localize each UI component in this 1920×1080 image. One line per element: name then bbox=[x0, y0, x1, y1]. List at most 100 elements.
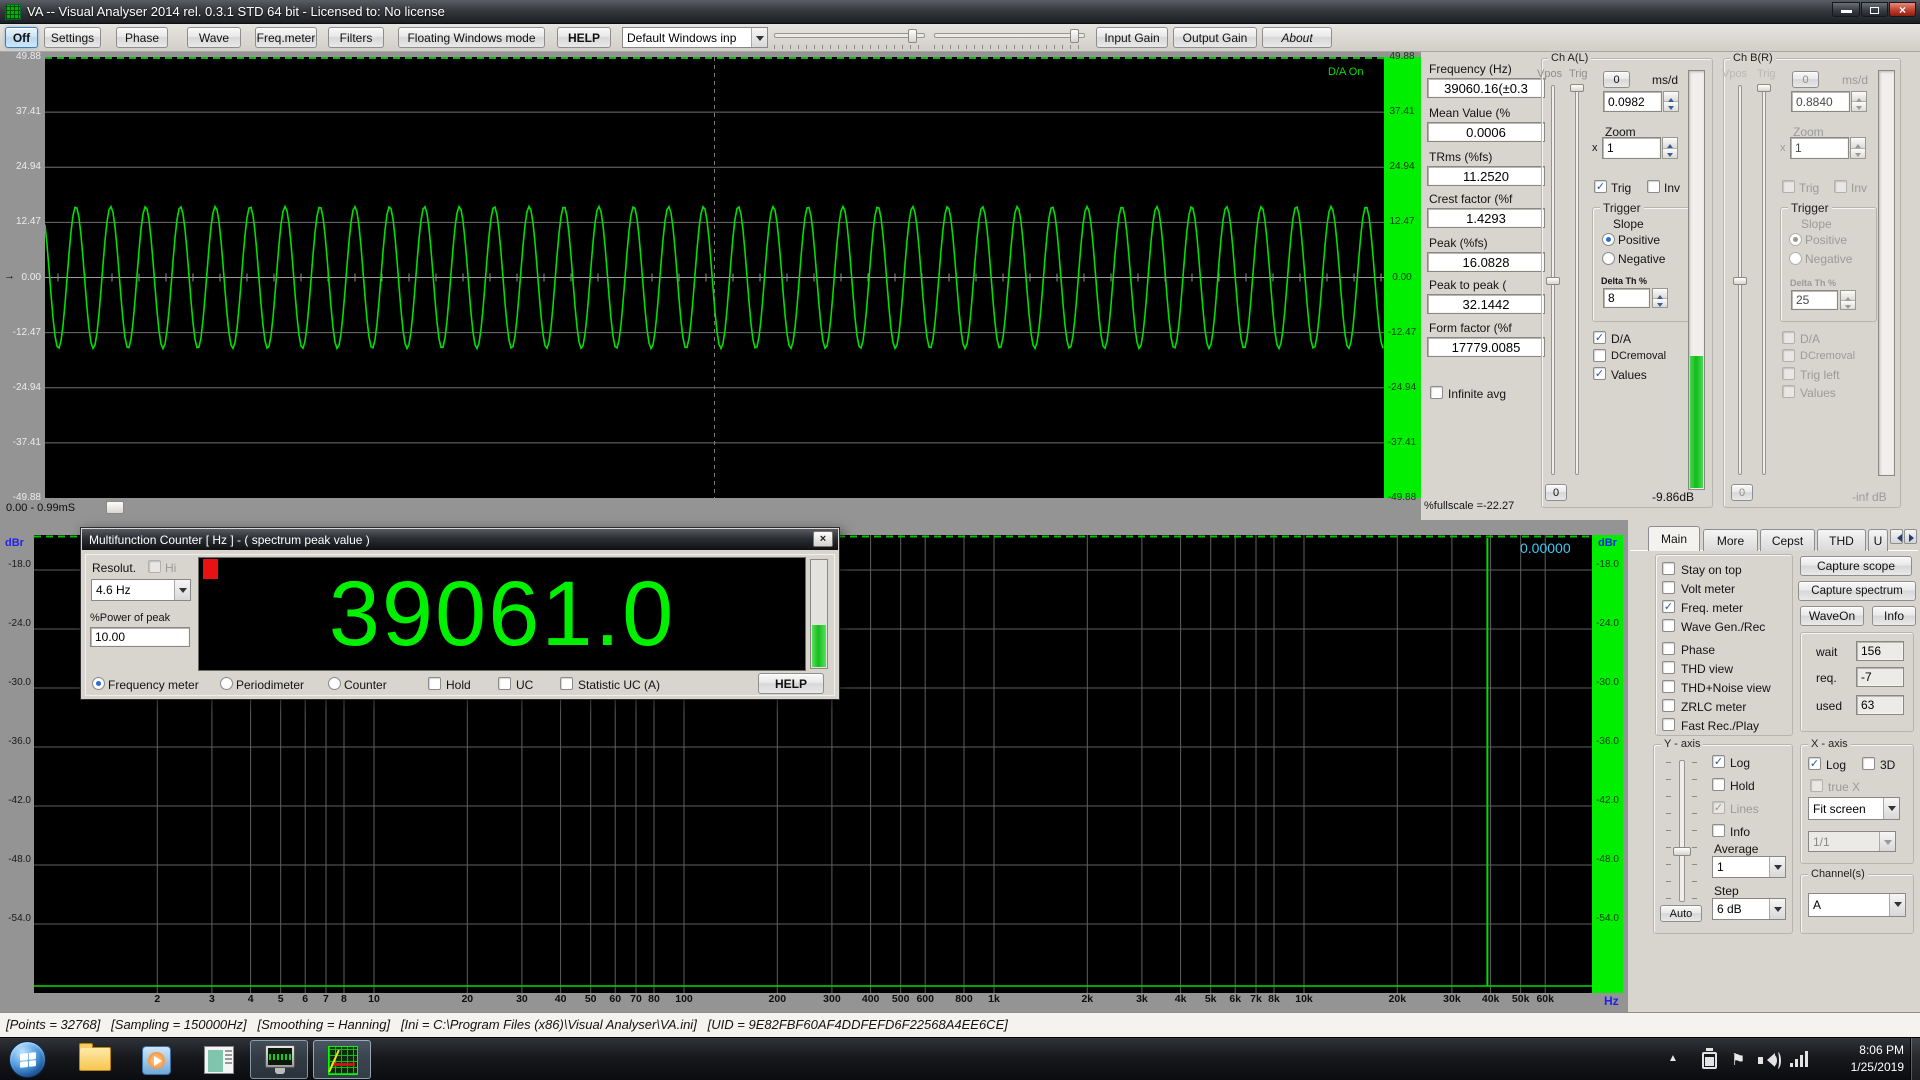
chb-da-checkbox[interactable] bbox=[1782, 331, 1795, 344]
chb-vpos-thumb[interactable] bbox=[1733, 277, 1747, 285]
chb-time-div-spinner[interactable] bbox=[1851, 91, 1867, 112]
chb-delta-spinner[interactable] bbox=[1840, 290, 1856, 310]
chb-zoom-field[interactable]: 1 bbox=[1790, 137, 1849, 159]
tabs-scroll-left[interactable] bbox=[1890, 529, 1903, 544]
input-volume-slider-thumb[interactable] bbox=[908, 29, 917, 43]
tab-more[interactable]: More bbox=[1703, 529, 1758, 551]
cha-inv-checkbox[interactable] bbox=[1647, 180, 1660, 193]
counter-close-button[interactable]: × bbox=[813, 531, 833, 547]
cha-dcremoval-checkbox[interactable] bbox=[1593, 349, 1606, 362]
waveon-button[interactable]: WaveOn bbox=[1800, 606, 1864, 626]
wave-gen-checkbox[interactable] bbox=[1662, 619, 1675, 632]
chb-trig-checkbox[interactable] bbox=[1782, 180, 1795, 193]
y-log-checkbox[interactable] bbox=[1712, 755, 1725, 768]
tab-main[interactable]: Main bbox=[1648, 526, 1700, 551]
clock[interactable]: 8:06 PM 1/25/2019 bbox=[1820, 1043, 1904, 1076]
cha-da-checkbox[interactable] bbox=[1593, 331, 1606, 344]
chb-delta-field[interactable]: 25 bbox=[1791, 290, 1838, 310]
help-button[interactable]: HELP bbox=[557, 27, 611, 48]
cha-trig-slider[interactable] bbox=[1575, 85, 1579, 475]
multifunction-counter-window[interactable]: Multifunction Counter [ Hz ] - ( spectru… bbox=[80, 527, 840, 700]
network-icon[interactable] bbox=[1790, 1051, 1812, 1067]
cha-trig-thumb[interactable] bbox=[1570, 84, 1584, 92]
wave-button[interactable]: Wave bbox=[187, 27, 241, 48]
zrlc-meter-checkbox[interactable] bbox=[1662, 699, 1675, 712]
counter-radio[interactable] bbox=[328, 677, 341, 690]
input-device-dropdown[interactable]: Default Windows inp bbox=[622, 27, 768, 48]
chb-time-div-field[interactable]: 0.8840 bbox=[1791, 91, 1850, 112]
infinite-avg-checkbox[interactable] bbox=[1430, 386, 1443, 399]
chb-slope-negative-radio[interactable] bbox=[1789, 252, 1802, 265]
cha-time-div-spinner[interactable] bbox=[1663, 91, 1679, 112]
tray-expand-icon[interactable]: ▲ bbox=[1668, 1053, 1678, 1064]
chb-slope-positive-radio[interactable] bbox=[1789, 233, 1802, 246]
tab-cepst[interactable]: Cepst bbox=[1760, 529, 1815, 551]
x-truex-checkbox[interactable] bbox=[1810, 779, 1823, 792]
frequency-meter-radio[interactable] bbox=[92, 677, 105, 690]
input-gain-button[interactable]: Input Gain bbox=[1096, 27, 1168, 48]
cha-trig-checkbox[interactable] bbox=[1594, 180, 1607, 193]
hold-checkbox[interactable] bbox=[428, 677, 441, 690]
output-volume-slider-thumb[interactable] bbox=[1070, 29, 1079, 43]
cha-vpos-thumb[interactable] bbox=[1546, 277, 1560, 285]
scope-hscroll[interactable] bbox=[106, 501, 124, 514]
info-button[interactable]: Info bbox=[1872, 606, 1916, 626]
chb-values-checkbox[interactable] bbox=[1782, 385, 1795, 398]
freq-meter-button[interactable]: Freq.meter bbox=[255, 27, 317, 48]
tabs-scroll-right[interactable] bbox=[1904, 529, 1917, 544]
input-volume-slider-track[interactable] bbox=[774, 33, 925, 38]
cha-slope-positive-radio[interactable] bbox=[1602, 233, 1615, 246]
chb-zero-button[interactable]: 0 bbox=[1792, 71, 1819, 88]
minimize-button[interactable] bbox=[1832, 2, 1860, 17]
ratio-dropdown[interactable]: 1/1 bbox=[1808, 831, 1896, 852]
average-dropdown[interactable]: 1 bbox=[1712, 856, 1786, 878]
volt-meter-checkbox[interactable] bbox=[1662, 581, 1675, 594]
start-button[interactable] bbox=[9, 1041, 46, 1078]
speaker-icon[interactable] bbox=[1758, 1052, 1781, 1069]
output-volume-slider-track[interactable] bbox=[934, 33, 1085, 38]
fit-screen-dropdown[interactable]: Fit screen bbox=[1808, 797, 1900, 820]
action-center-flag-icon[interactable]: ⚑ bbox=[1731, 1050, 1745, 1070]
stay-on-top-checkbox[interactable] bbox=[1662, 562, 1675, 575]
thd-view-checkbox[interactable] bbox=[1662, 661, 1675, 674]
power-of-peak-field[interactable]: 10.00 bbox=[90, 627, 190, 647]
chb-inv-checkbox[interactable] bbox=[1834, 180, 1847, 193]
floating-windows-button[interactable]: Floating Windows mode bbox=[398, 27, 545, 48]
cha-zoom-spinner[interactable] bbox=[1662, 137, 1678, 159]
chb-zoom-spinner[interactable] bbox=[1850, 137, 1866, 159]
tab-thd[interactable]: THD bbox=[1817, 529, 1866, 551]
output-gain-button[interactable]: Output Gain bbox=[1173, 27, 1257, 48]
freq-meter-checkbox[interactable] bbox=[1662, 600, 1675, 613]
cha-zero-button[interactable]: 0 bbox=[1603, 71, 1630, 88]
tab-clipped[interactable]: U bbox=[1868, 529, 1888, 551]
phase-button[interactable]: Phase bbox=[116, 27, 168, 48]
y-hold-checkbox[interactable] bbox=[1712, 778, 1725, 791]
close-button[interactable]: × bbox=[1889, 2, 1916, 17]
cha-zoom-field[interactable]: 1 bbox=[1602, 137, 1661, 159]
fast-rec-checkbox[interactable] bbox=[1662, 718, 1675, 731]
filters-button[interactable]: Filters bbox=[328, 27, 384, 48]
chb-trig-left-checkbox[interactable] bbox=[1782, 367, 1795, 380]
cha-slope-negative-radio[interactable] bbox=[1602, 252, 1615, 265]
y-info-checkbox[interactable] bbox=[1712, 824, 1725, 837]
y-axis-slider[interactable] bbox=[1679, 760, 1685, 902]
taskbar-item-app[interactable] bbox=[194, 1043, 244, 1077]
taskbar-item-explorer[interactable] bbox=[70, 1043, 120, 1077]
about-button[interactable]: About bbox=[1262, 27, 1332, 48]
counter-title-bar[interactable]: Multifunction Counter [ Hz ] - ( spectru… bbox=[82, 529, 838, 550]
cha-reset-button[interactable]: 0 bbox=[1545, 484, 1567, 501]
channels-dropdown[interactable]: A bbox=[1808, 893, 1906, 917]
maximize-button[interactable] bbox=[1861, 2, 1888, 17]
chb-trig-thumb[interactable] bbox=[1757, 84, 1771, 92]
y-lines-checkbox[interactable] bbox=[1712, 801, 1725, 814]
chb-trig-slider[interactable] bbox=[1762, 85, 1766, 475]
x-log-checkbox[interactable] bbox=[1808, 757, 1821, 770]
uc-checkbox[interactable] bbox=[498, 677, 511, 690]
periodimeter-radio[interactable] bbox=[220, 677, 233, 690]
taskbar-item-media-player[interactable] bbox=[132, 1043, 182, 1077]
auto-button[interactable]: Auto bbox=[1660, 905, 1702, 922]
thd-noise-checkbox[interactable] bbox=[1662, 680, 1675, 693]
cha-delta-field[interactable]: 8 bbox=[1603, 288, 1650, 308]
cha-delta-spinner[interactable] bbox=[1652, 288, 1668, 308]
step-dropdown[interactable]: 6 dB bbox=[1712, 898, 1786, 920]
